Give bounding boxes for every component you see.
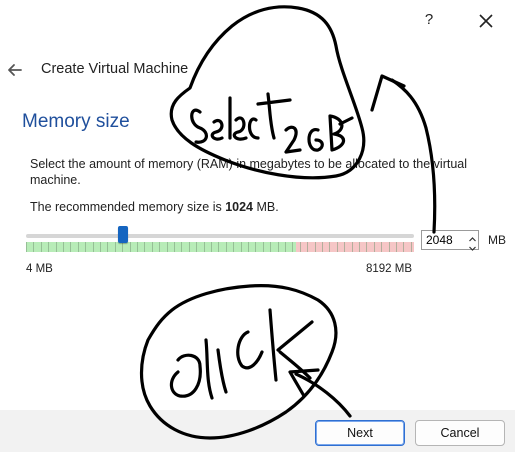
annotation-word-select <box>190 92 292 144</box>
slider-tick <box>196 242 197 252</box>
next-button[interactable]: Next <box>315 420 405 446</box>
annotation-arrow-2-head <box>288 368 320 398</box>
memory-spinbox[interactable] <box>421 230 479 251</box>
title-bar: ? <box>0 0 515 40</box>
memory-input[interactable] <box>422 231 464 249</box>
annotation-word-click <box>169 308 314 400</box>
slider-max-label: 8192 MB <box>366 263 413 275</box>
slider-tick <box>26 242 27 252</box>
annotation-arrow-1-head <box>370 74 406 112</box>
button-bar: Next Cancel <box>0 410 515 452</box>
wizard-title: Create Virtual Machine <box>41 61 189 77</box>
slider-tick <box>152 242 153 252</box>
slider-tick <box>233 242 234 252</box>
slider-tick <box>137 242 138 252</box>
slider-tick <box>285 242 286 252</box>
slider-tick <box>122 242 123 252</box>
slider-tick <box>115 242 116 252</box>
back-button[interactable] <box>5 60 25 80</box>
slider-min-label: 4 MB <box>26 263 53 275</box>
slider-tick <box>159 242 160 252</box>
recommended-size-text: The recommended memory size is 1024 MB. <box>30 200 279 214</box>
slider-tick <box>270 242 271 252</box>
slider-tick <box>56 242 57 252</box>
slider-tick <box>315 242 316 252</box>
slider-tick <box>48 242 49 252</box>
slider-tick <box>241 242 242 252</box>
slider-tick <box>41 242 42 252</box>
slider-tick <box>403 242 404 252</box>
chevron-down-icon <box>469 246 476 251</box>
slider-tick <box>85 242 86 252</box>
slider-tick <box>204 242 205 252</box>
cancel-button[interactable]: Cancel <box>415 420 505 446</box>
spin-up-button[interactable] <box>467 231 478 242</box>
slider-tick <box>300 242 301 252</box>
slider-tick <box>211 242 212 252</box>
slider-tick <box>352 242 353 252</box>
description-text: Select the amount of memory (RAM) in meg… <box>30 157 468 187</box>
slider-tick <box>344 242 345 252</box>
slider-tick <box>248 242 249 252</box>
annotation-word-2gb <box>284 114 354 154</box>
slider-tick <box>322 242 323 252</box>
recommend-suffix: MB. <box>253 200 279 214</box>
slider-groove <box>26 234 414 238</box>
back-arrow-icon <box>8 64 22 76</box>
slider-tick <box>167 242 168 252</box>
spin-down-button[interactable] <box>467 240 478 251</box>
slider-tick <box>307 242 308 252</box>
slider-tick <box>389 242 390 252</box>
slider-tick <box>189 242 190 252</box>
slider-tick <box>366 242 367 252</box>
slider-tick <box>337 242 338 252</box>
slider-tick <box>359 242 360 252</box>
recommend-value: 1024 <box>225 200 254 214</box>
close-button[interactable] <box>474 9 498 33</box>
slider-tick <box>218 242 219 252</box>
slider-tick <box>263 242 264 252</box>
slider-handle[interactable] <box>118 226 128 243</box>
slider-tick <box>278 242 279 252</box>
slider-tick <box>226 242 227 252</box>
slider-tick <box>174 242 175 252</box>
slider-tick <box>63 242 64 252</box>
slider-tick <box>381 242 382 252</box>
recommend-prefix: The recommended memory size is <box>30 200 226 214</box>
close-icon <box>479 14 493 28</box>
slider-tick <box>144 242 145 252</box>
slider-ticks <box>26 242 414 252</box>
slider-tick <box>33 242 34 252</box>
help-button[interactable]: ? <box>418 9 440 31</box>
unit-label: MB <box>488 233 506 247</box>
page-title: Memory size <box>22 111 130 132</box>
slider-tick <box>107 242 108 252</box>
slider-tick <box>130 242 131 252</box>
slider-tick <box>70 242 71 252</box>
slider-tick <box>396 242 397 252</box>
slider-tick <box>255 242 256 252</box>
slider-tick <box>292 242 293 252</box>
slider-tick <box>374 242 375 252</box>
slider-tick <box>93 242 94 252</box>
slider-tick <box>78 242 79 252</box>
slider-tick <box>329 242 330 252</box>
memory-slider[interactable] <box>26 224 414 254</box>
slider-tick <box>181 242 182 252</box>
slider-tick <box>100 242 101 252</box>
slider-tick <box>411 242 412 252</box>
